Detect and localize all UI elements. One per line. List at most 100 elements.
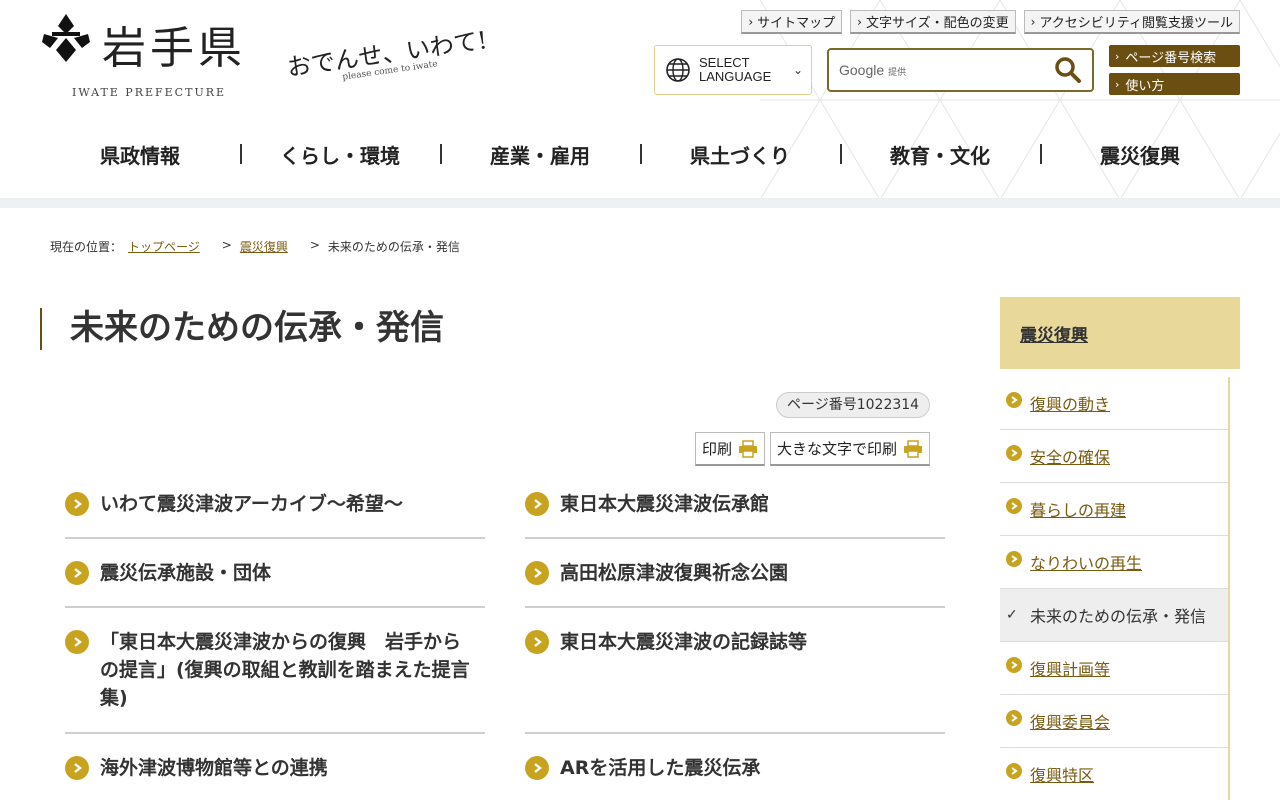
chevron-right-icon: › bbox=[1115, 77, 1120, 91]
global-navigation: 県政情報 くらし・環境 産業・雇用 県土づくり 教育・文化 震災復興 bbox=[40, 130, 1240, 178]
content-link-label: 海外津波博物館等との連携 bbox=[100, 757, 328, 779]
gnav-item-land[interactable]: 県土づくり bbox=[640, 130, 840, 178]
print-button[interactable]: 印刷 bbox=[695, 432, 766, 466]
chevron-right-icon bbox=[525, 492, 549, 516]
search-input[interactable] bbox=[829, 50, 1039, 90]
utility-links: › サイトマップ › 文字サイズ・配色の変更 › アクセシビリティ閲覧支援ツール bbox=[741, 10, 1240, 34]
local-nav-item[interactable]: 復興委員会 bbox=[1000, 695, 1228, 748]
print-large-button[interactable]: 大きな文字で印刷 bbox=[770, 432, 931, 466]
chevron-right-icon: › bbox=[857, 14, 862, 29]
language-line1: SELECT bbox=[699, 55, 750, 70]
accessibility-tool-link[interactable]: › アクセシビリティ閲覧支援ツール bbox=[1023, 10, 1240, 34]
content-link[interactable]: いわて震災津波アーカイブ～希望～ bbox=[65, 490, 485, 518]
chevron-right-icon bbox=[1006, 392, 1022, 408]
language-selector-label: SELECT LANGUAGE bbox=[699, 56, 771, 84]
page-title: 未来のための伝承・発信 bbox=[40, 308, 444, 350]
chevron-right-icon bbox=[1006, 445, 1022, 461]
chevron-right-icon bbox=[65, 630, 89, 654]
local-nav-item[interactable]: 暮らしの再建 bbox=[1000, 483, 1228, 536]
content-link-label: 「東日本大震災津波からの復興 岩手からの提言」(復興の取組と教訓を踏まえた提言集… bbox=[100, 631, 470, 709]
site-search: Google 提供 bbox=[827, 48, 1094, 92]
page-number-search-button[interactable]: › ページ番号検索 bbox=[1109, 45, 1240, 67]
local-nav-item-label: 暮らしの再建 bbox=[1030, 501, 1127, 520]
page-number-search-label: ページ番号検索 bbox=[1125, 50, 1217, 66]
link-divider bbox=[65, 606, 485, 608]
breadcrumb-current: 未来のための伝承・発信 bbox=[327, 240, 460, 254]
link-divider bbox=[525, 537, 945, 539]
content-link[interactable]: 東日本大震災津波伝承館 bbox=[525, 490, 945, 518]
breadcrumb-separator: > bbox=[309, 238, 320, 252]
local-nav-item[interactable]: 復興計画等 bbox=[1000, 642, 1228, 695]
content-link[interactable]: 震災伝承施設・団体 bbox=[65, 559, 485, 587]
sitemap-link[interactable]: › サイトマップ bbox=[741, 10, 843, 34]
local-nav-item-current[interactable]: ✓ 未来のための伝承・発信 bbox=[1000, 589, 1228, 642]
local-nav-item[interactable]: 復興の動き bbox=[1000, 377, 1228, 430]
local-nav-list: 復興の動き 安全の確保 暮らしの再建 なりわいの再生 ✓ 未来のための伝承・発信 … bbox=[1000, 377, 1230, 800]
local-nav-item[interactable]: 復興特区 bbox=[1000, 748, 1228, 800]
local-navigation: 震災復興 復興の動き 安全の確保 暮らしの再建 なりわいの再生 ✓ 未来のための伝… bbox=[1000, 297, 1240, 800]
link-divider bbox=[525, 732, 945, 734]
local-nav-item-label: 未来のための伝承・発信 bbox=[1030, 607, 1207, 626]
chevron-right-icon: › bbox=[1030, 14, 1036, 29]
gnav-item-reconstruction[interactable]: 震災復興 bbox=[1040, 130, 1240, 178]
header-side-buttons: › ページ番号検索 › 使い方 bbox=[1109, 45, 1240, 95]
content-link[interactable]: ARを活用した震災伝承 bbox=[525, 754, 945, 782]
breadcrumb-separator: > bbox=[221, 238, 232, 252]
link-divider bbox=[65, 537, 485, 539]
language-selector[interactable]: SELECT LANGUAGE ⌄ bbox=[654, 45, 812, 95]
chevron-right-icon bbox=[1006, 551, 1022, 567]
local-nav-item[interactable]: 安全の確保 bbox=[1000, 430, 1228, 483]
print-button-label: 印刷 bbox=[702, 440, 733, 458]
local-nav-item-label: 復興委員会 bbox=[1030, 713, 1111, 732]
gnav-item-education[interactable]: 教育・文化 bbox=[840, 130, 1040, 178]
breadcrumb-prefix: 現在の位置： bbox=[50, 240, 123, 254]
text-size-color-link-label: 文字サイズ・配色の変更 bbox=[865, 16, 1009, 31]
sitemap-link-label: サイトマップ bbox=[757, 16, 836, 31]
globe-icon bbox=[666, 58, 690, 82]
content-link-label: 震災伝承施設・団体 bbox=[100, 562, 272, 584]
chevron-right-icon bbox=[65, 756, 89, 780]
local-nav-item-label: 安全の確保 bbox=[1030, 448, 1111, 467]
prefecture-emblem-icon bbox=[42, 14, 90, 62]
content-link[interactable]: 海外津波博物館等との連携 bbox=[65, 754, 485, 782]
content-link[interactable]: 東日本大震災津波の記録誌等 bbox=[525, 628, 945, 656]
chevron-right-icon: › bbox=[1115, 49, 1120, 63]
link-divider bbox=[65, 732, 485, 734]
chevron-down-icon: ⌄ bbox=[792, 63, 803, 77]
printer-icon bbox=[904, 439, 923, 458]
gnav-item-government[interactable]: 県政情報 bbox=[40, 130, 240, 178]
search-icon[interactable] bbox=[1054, 56, 1082, 84]
local-nav-item-label: 復興計画等 bbox=[1030, 660, 1111, 679]
catchphrase: おでんせ、いわて! please come to iwate bbox=[285, 10, 526, 88]
local-nav-heading[interactable]: 震災復興 bbox=[1000, 297, 1240, 369]
breadcrumb-link-reconstruction[interactable]: 震災復興 bbox=[240, 238, 288, 255]
gnav-item-living[interactable]: くらし・環境 bbox=[240, 130, 440, 178]
content-link-label: いわて震災津波アーカイブ～希望～ bbox=[100, 493, 403, 515]
local-nav-heading-label: 震災復興 bbox=[1020, 326, 1088, 346]
local-nav-item[interactable]: なりわいの再生 bbox=[1000, 536, 1228, 589]
chevron-right-icon bbox=[65, 561, 89, 585]
chevron-right-icon bbox=[1006, 657, 1022, 673]
logo-name: 岩手県 bbox=[102, 23, 246, 74]
chevron-right-icon bbox=[525, 756, 549, 780]
local-nav-item-label: なりわいの再生 bbox=[1030, 554, 1143, 573]
content-link[interactable]: 「東日本大震災津波からの復興 岩手からの提言」(復興の取組と教訓を踏まえた提言集… bbox=[65, 628, 475, 712]
printer-icon bbox=[739, 439, 758, 458]
text-size-color-link[interactable]: › 文字サイズ・配色の変更 bbox=[850, 10, 1016, 34]
chevron-right-icon bbox=[1006, 710, 1022, 726]
how-to-use-button[interactable]: › 使い方 bbox=[1109, 73, 1240, 95]
header-divider-band bbox=[0, 198, 1280, 208]
print-large-button-label: 大きな文字で印刷 bbox=[777, 440, 898, 458]
content-link-label: 東日本大震災津波の記録誌等 bbox=[560, 631, 808, 653]
chevron-right-icon bbox=[525, 630, 549, 654]
page-number-badge: ページ番号1022314 bbox=[776, 392, 931, 418]
content-link-label: ARを活用した震災伝承 bbox=[560, 757, 761, 779]
logo-subtitle: IWATE PREFECTURE bbox=[72, 86, 227, 99]
chevron-right-icon: › bbox=[748, 14, 754, 29]
gnav-item-industry[interactable]: 産業・雇用 bbox=[440, 130, 640, 178]
language-line2: LANGUAGE bbox=[699, 69, 772, 84]
breadcrumb-link-top[interactable]: トップページ bbox=[128, 238, 200, 255]
breadcrumb: 現在の位置： トップページ > 震災復興 > 未来のための伝承・発信 bbox=[50, 238, 460, 255]
checkmark-icon: ✓ bbox=[1006, 607, 1018, 623]
content-link[interactable]: 高田松原津波復興祈念公園 bbox=[525, 559, 945, 587]
